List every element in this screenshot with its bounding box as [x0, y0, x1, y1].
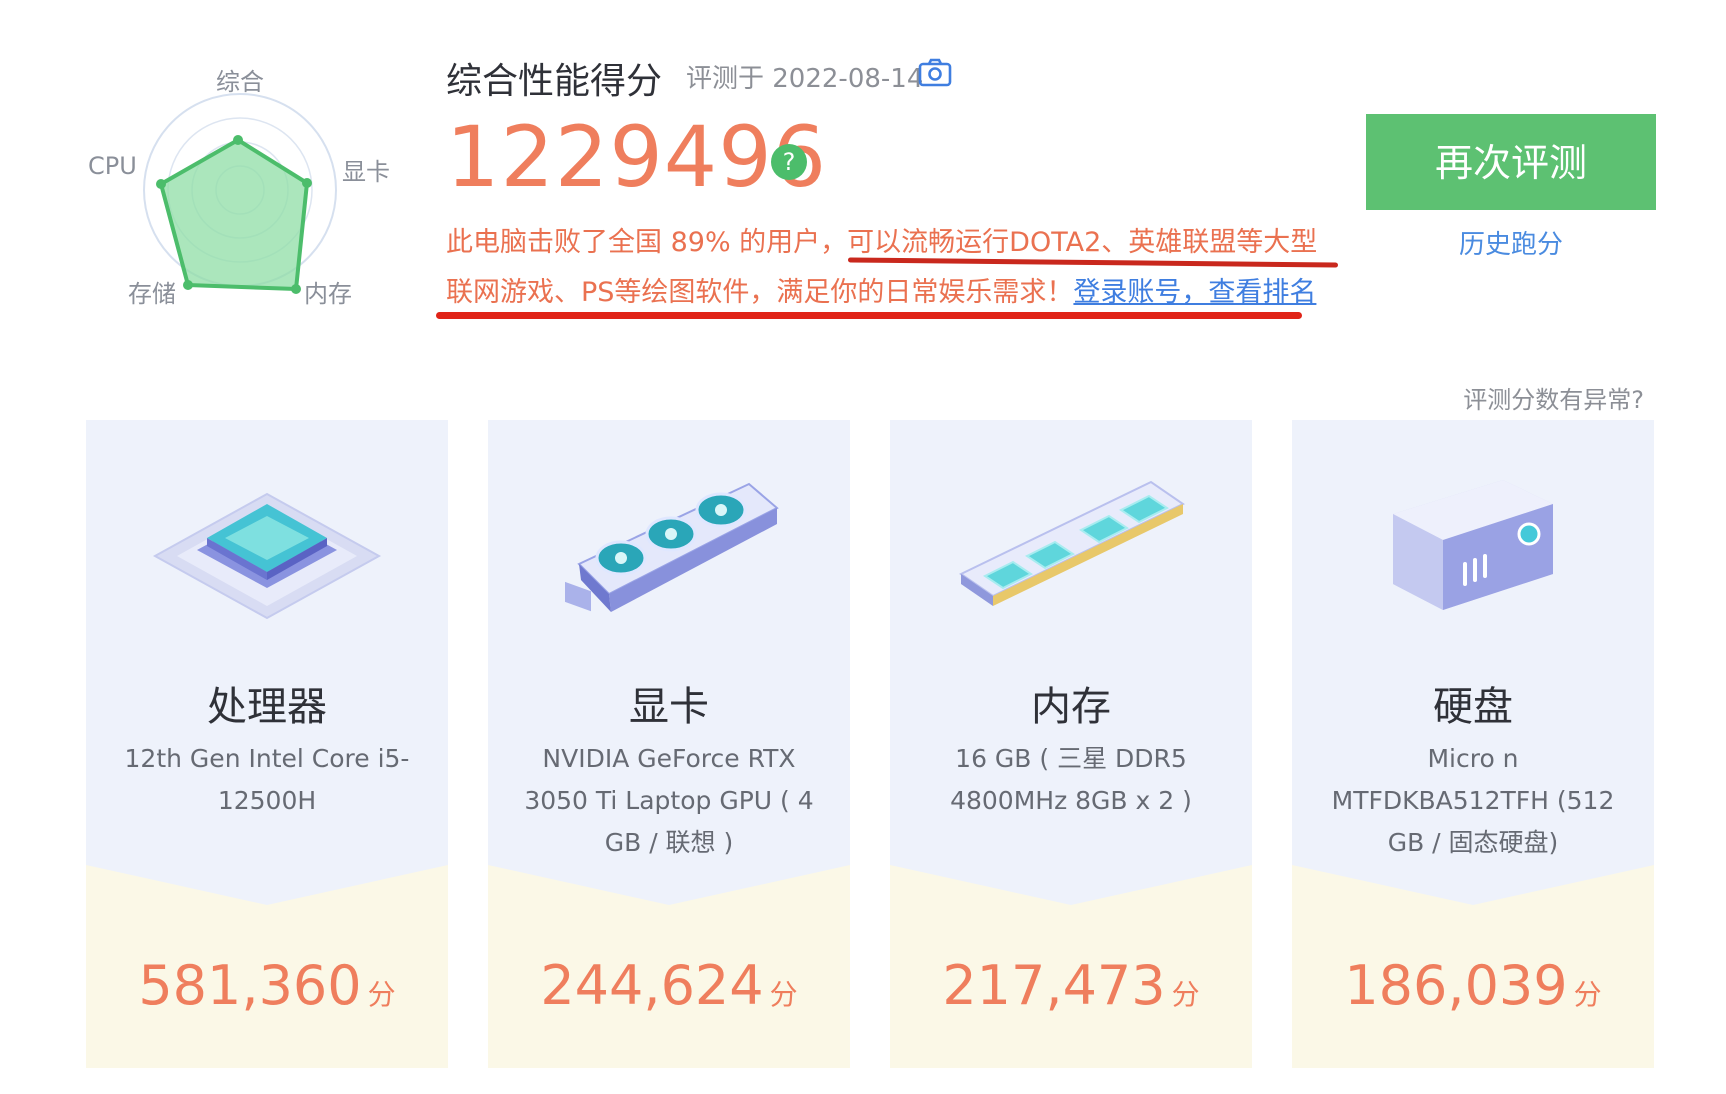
card-spec: Micro n MTFDKBA512TFH (512 GB / 固态硬盘): [1331, 744, 1615, 857]
score-description: 此电脑击败了全国 89% 的用户，可以流畅运行DOTA2、英雄联盟等大型联网游戏…: [446, 218, 1326, 318]
login-link[interactable]: 登录账号，查看排名: [1073, 277, 1316, 308]
camera-icon[interactable]: [918, 57, 952, 87]
graphics-card-icon: [565, 482, 779, 612]
card-score-value: 244,624: [540, 954, 764, 1017]
retest-button[interactable]: 再次评测: [1366, 114, 1656, 210]
radar-label-cpu: CPU: [88, 152, 137, 180]
card-score-unit: 分: [1171, 978, 1200, 1011]
score-anomaly-link[interactable]: 评测分数有异常?: [1463, 380, 1644, 415]
card-title: 显卡: [629, 684, 709, 730]
card-score-value: 581,360: [138, 954, 362, 1017]
card-spec: 12th Gen Intel Core i5-12500H: [124, 744, 410, 815]
card-score-unit: 分: [1573, 978, 1602, 1011]
memory-stick-icon: [959, 480, 1185, 606]
radar-label-overall: 综合: [216, 68, 264, 96]
component-card-storage: 硬盘 Micro n MTFDKBA512TFH (512 GB / 固态硬盘)…: [1292, 420, 1654, 1068]
radar-point: [156, 179, 166, 189]
card-score-unit: 分: [367, 978, 396, 1011]
component-card-cpu: 处理器 12th Gen Intel Core i5-12500H 581,36…: [86, 420, 448, 1068]
overall-score: 1229496: [446, 108, 828, 206]
card-title: 内存: [1031, 684, 1111, 730]
card-score-value: 186,039: [1344, 954, 1568, 1017]
card-score: 186,039 分: [1292, 954, 1654, 1017]
card-score-unit: 分: [769, 978, 798, 1011]
component-card-memory: 内存 16 GB ( 三星 DDR5 4800MHz 8GB x 2 ) 217…: [890, 420, 1252, 1068]
card-spec: NVIDIA GeForce RTX 3050 Ti Laptop GPU ( …: [524, 744, 814, 857]
cpu-chip-icon: [152, 492, 382, 620]
test-date: 评测于 2022-08-14: [686, 64, 924, 94]
component-card-gpu: 显卡 NVIDIA GeForce RTX 3050 Ti Laptop GPU…: [488, 420, 850, 1068]
page-title: 综合性能得分: [446, 61, 663, 102]
card-score: 581,360 分: [86, 954, 448, 1017]
card-score-value: 217,473: [942, 954, 1166, 1017]
card-score: 217,473 分: [890, 954, 1252, 1017]
red-underline-mark: [436, 312, 1302, 319]
card-spec: 16 GB ( 三星 DDR5 4800MHz 8GB x 2 ): [950, 744, 1192, 815]
hard-drive-icon: [1393, 480, 1553, 610]
radar-point: [183, 280, 193, 290]
radar-point: [302, 178, 312, 188]
performance-radar: 综合 显卡 内存 存储 CPU: [70, 48, 410, 328]
radar-point: [291, 284, 301, 294]
card-title: 硬盘: [1433, 684, 1513, 730]
card-score: 244,624 分: [488, 954, 850, 1017]
radar-area: [159, 138, 309, 291]
radar-label-storage: 存储: [128, 280, 176, 308]
history-scores-link[interactable]: 历史跑分: [1366, 224, 1656, 261]
radar-label-memory: 内存: [304, 280, 352, 308]
help-icon[interactable]: ?: [771, 144, 807, 180]
radar-label-gpu: 显卡: [342, 158, 390, 186]
card-title: 处理器: [207, 684, 327, 730]
radar-point: [233, 135, 243, 145]
